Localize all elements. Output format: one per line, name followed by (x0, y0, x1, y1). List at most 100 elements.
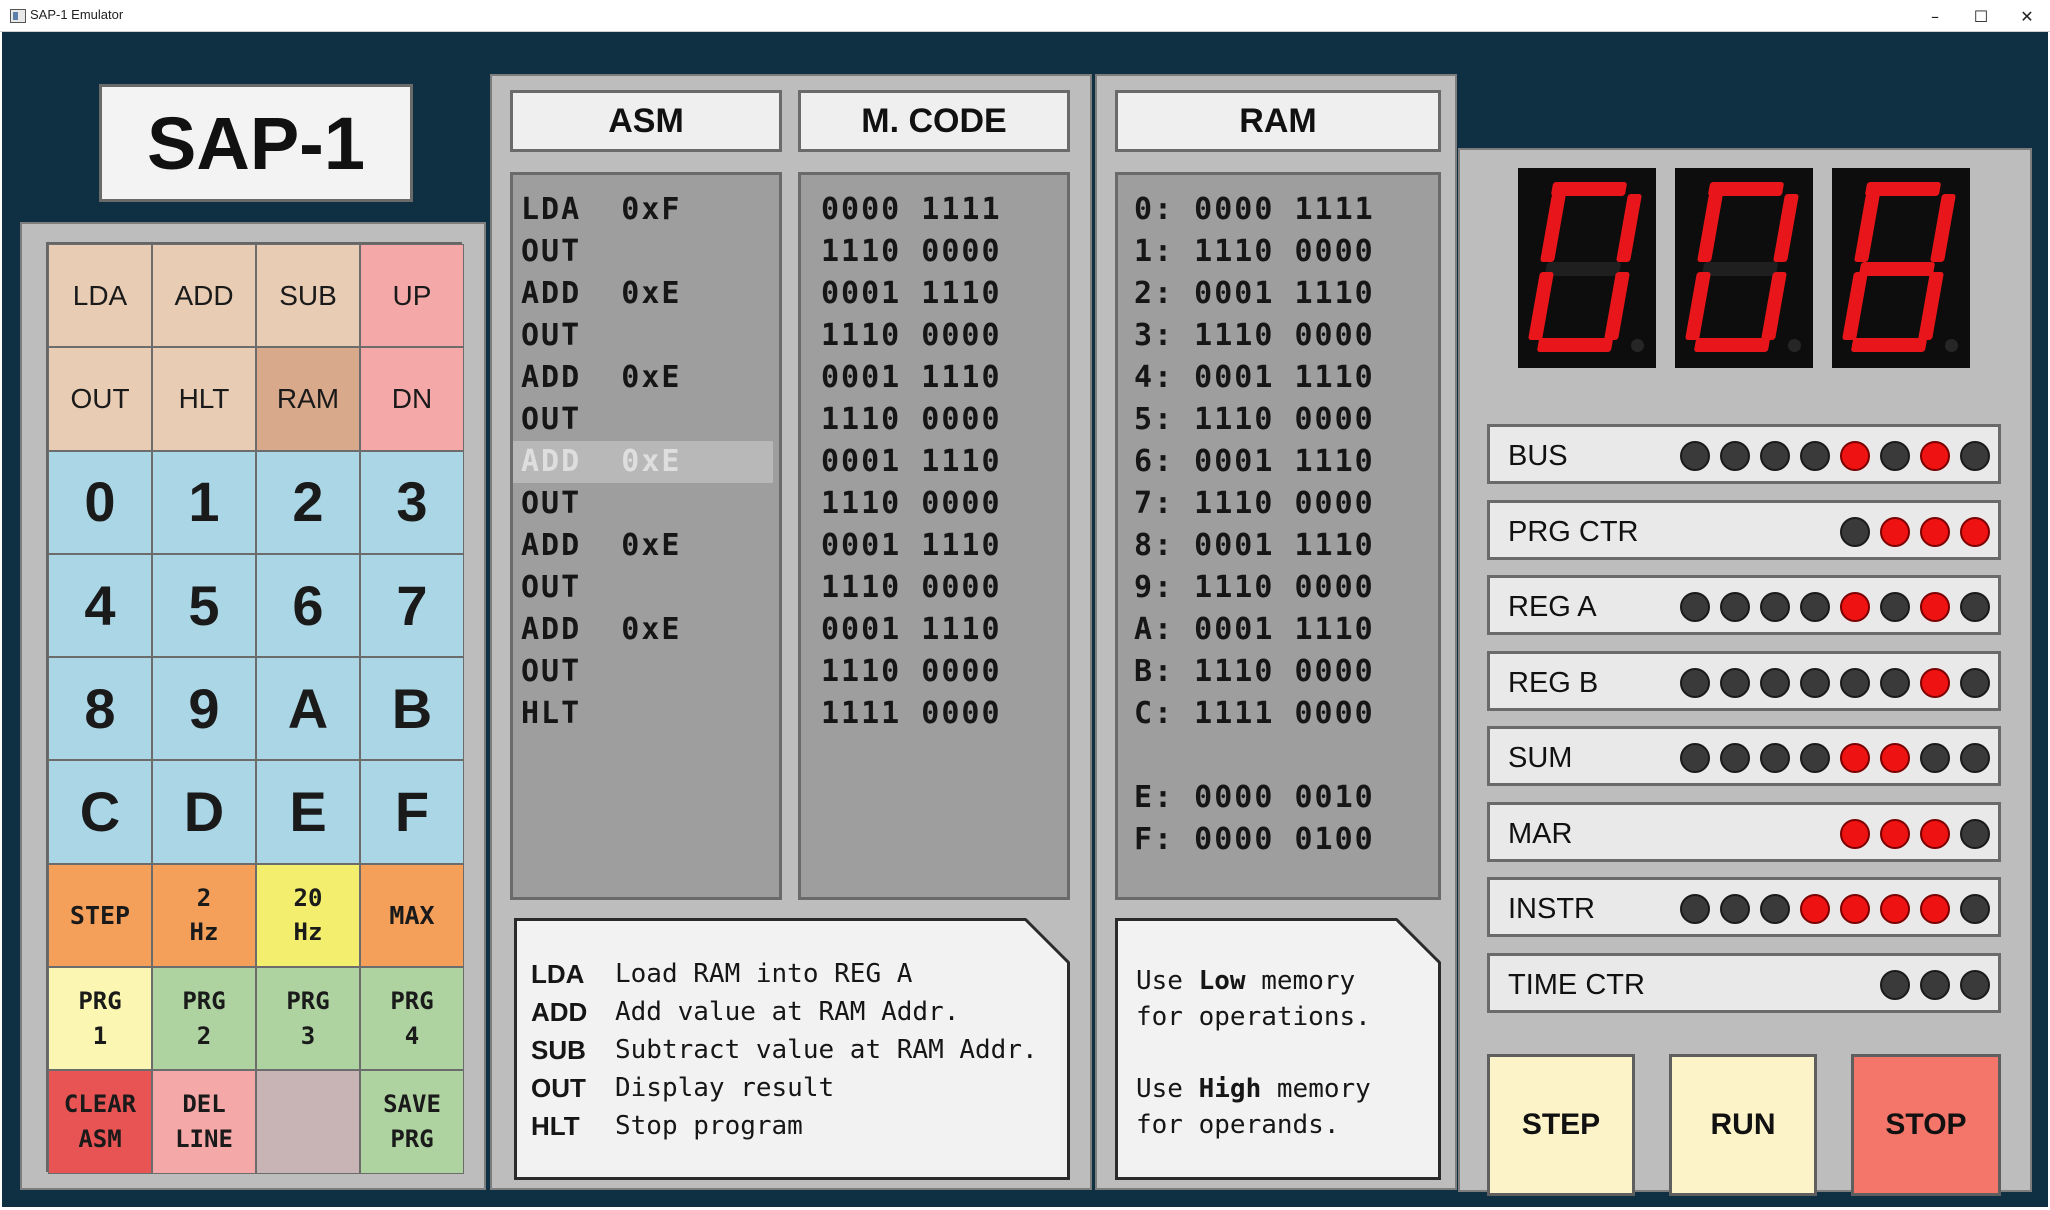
close-button[interactable]: ✕ (2004, 0, 2050, 32)
help-row: HLT Stop program (531, 1107, 1067, 1145)
led-group (1880, 969, 1990, 1000)
led-off (1800, 667, 1830, 698)
key-7[interactable]: 7 (360, 553, 464, 658)
stop-button[interactable]: STOP (1851, 1054, 2001, 1196)
display-digit (1832, 168, 1970, 368)
key-20-hz[interactable]: 20 Hz (256, 863, 360, 968)
led-off (1960, 667, 1990, 698)
led-group (1680, 592, 1990, 622)
key-2-hz[interactable]: 2 Hz (152, 863, 256, 968)
key-6[interactable]: 6 (256, 553, 360, 658)
step-button[interactable]: STEP (1487, 1054, 1635, 1196)
asm-line[interactable]: OUT (513, 315, 773, 357)
asm-line[interactable]: OUT (513, 231, 773, 273)
key-9[interactable]: 9 (152, 657, 256, 761)
key-b[interactable]: B (360, 657, 464, 761)
key-c[interactable]: C (48, 760, 152, 864)
key-lda[interactable]: LDA (48, 244, 152, 348)
asm-line[interactable]: ADD 0xE (513, 441, 773, 483)
asm-line[interactable]: ADD 0xE (513, 525, 773, 567)
key-ram[interactable]: RAM (256, 347, 360, 451)
key-2[interactable]: 2 (256, 450, 360, 554)
key-1[interactable]: 1 (152, 450, 256, 554)
key-prg-3[interactable]: PRG 3 (256, 967, 360, 1071)
minimize-button[interactable]: – (1912, 0, 1958, 32)
key-prg-1[interactable]: PRG 1 (48, 967, 152, 1071)
window-title: SAP-1 Emulator (30, 7, 124, 22)
key-3[interactable]: 3 (360, 450, 464, 554)
key-e[interactable]: E (256, 760, 360, 864)
key-a[interactable]: A (256, 657, 360, 761)
memory-note-line: for operations. (1136, 1002, 1371, 1032)
key-prg-4[interactable]: PRG 4 (360, 967, 464, 1071)
logo-title: SAP-1 (99, 84, 413, 202)
led-group (1840, 516, 1990, 547)
ram-line: 6: 0001 1110 (1134, 444, 1375, 479)
maximize-button[interactable]: ☐ (1958, 0, 2004, 32)
segment-e (1685, 272, 1711, 340)
led-off (1960, 441, 1990, 471)
asm-line[interactable]: OUT (513, 399, 773, 441)
ram-line: 3: 1110 0000 (1134, 318, 1375, 353)
key-sub[interactable]: SUB (256, 244, 360, 348)
led-off (1760, 592, 1790, 622)
key-step[interactable]: STEP (48, 863, 152, 968)
key-prg-2[interactable]: PRG 2 (152, 967, 256, 1071)
key-0[interactable]: 0 (48, 450, 152, 554)
asm-line[interactable]: LDA 0xF (513, 189, 773, 231)
key-5[interactable]: 5 (152, 553, 256, 658)
asm-line[interactable]: ADD 0xE (513, 357, 773, 399)
key-dn[interactable]: DN (360, 347, 464, 451)
asm-editor[interactable]: LDA 0xF OUT ADD 0xE OUT ADD 0xE OUT ADD 0xE OUT… (510, 172, 782, 900)
ram-listing: 0: 0000 1111 1: 1110 0000 2: 0001 1110 3: 1… (1115, 172, 1441, 900)
key-max[interactable]: MAX (360, 863, 464, 968)
help-opcode: OUT (531, 1073, 586, 1103)
led-on (1840, 743, 1870, 773)
run-button[interactable]: RUN (1669, 1054, 1817, 1196)
led-off (1960, 818, 1990, 849)
help-description: Display result (615, 1073, 835, 1103)
led-off (1840, 667, 1870, 698)
ram-line: A: 0001 1110 (1134, 612, 1375, 647)
asm-line[interactable]: OUT (513, 651, 773, 693)
segment-c (1761, 272, 1787, 340)
segment-b (1773, 194, 1799, 262)
key-up[interactable]: UP (360, 244, 464, 348)
key-f[interactable]: F (360, 760, 464, 864)
asm-line[interactable]: ADD 0xE (513, 609, 773, 651)
led-off (1720, 894, 1750, 924)
key-add[interactable]: ADD (152, 244, 256, 348)
led-off (1880, 969, 1910, 1000)
led-on (1920, 516, 1950, 547)
led-off (1960, 592, 1990, 622)
ram-line (1134, 735, 1438, 777)
key-del-line[interactable]: DEL LINE (152, 1070, 256, 1174)
key-save-prg[interactable]: SAVE PRG (360, 1070, 464, 1174)
mcode-listing: 0000 1111 1110 0000 0001 1110 1110 0000 0001… (798, 172, 1070, 900)
key-hlt[interactable]: HLT (152, 347, 256, 451)
asm-line[interactable]: OUT (513, 567, 773, 609)
key-clear-asm[interactable]: CLEAR ASM (48, 1070, 152, 1174)
led-off (1920, 743, 1950, 773)
segment-d (1850, 338, 1928, 352)
asm-line[interactable]: OUT (513, 483, 773, 525)
asm-line[interactable]: HLT (513, 693, 773, 735)
help-row: LDA Load RAM into REG A (531, 955, 1067, 993)
segment-e (1528, 272, 1554, 340)
segment-g (1701, 262, 1779, 276)
led-on (1840, 592, 1870, 622)
register-label: REG B (1508, 666, 1599, 699)
mcode-line: 0001 1110 (821, 444, 1002, 479)
ram-line: C: 1111 0000 (1134, 696, 1375, 731)
asm-line[interactable]: ADD 0xE (513, 273, 773, 315)
key-8[interactable]: 8 (48, 657, 152, 761)
title-bar: SAP-1 Emulator – ☐ ✕ (0, 0, 2050, 32)
led-off (1960, 743, 1990, 773)
key-out[interactable]: OUT (48, 347, 152, 451)
mcode-line: 1110 0000 (821, 570, 1002, 605)
ram-line: 7: 1110 0000 (1134, 486, 1375, 521)
key-4[interactable]: 4 (48, 553, 152, 658)
ram-line: 5: 1110 0000 (1134, 402, 1375, 437)
key-d[interactable]: D (152, 760, 256, 864)
help-description: Stop program (615, 1111, 803, 1141)
